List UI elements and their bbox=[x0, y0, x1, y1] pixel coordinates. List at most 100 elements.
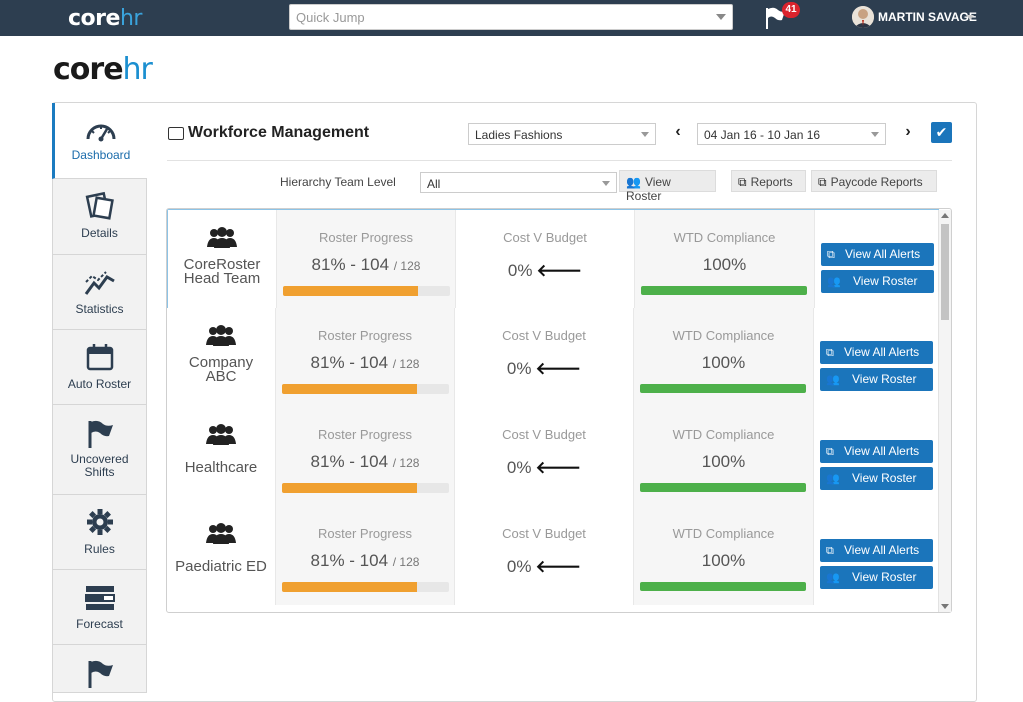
roster-progress-fill bbox=[282, 483, 418, 493]
cost-budget-value: 0% 🡐 bbox=[507, 261, 583, 280]
table-row[interactable]: Company ABC Roster Progress 81% - 104 / 1… bbox=[167, 308, 939, 407]
grid-scrollbar[interactable] bbox=[938, 210, 951, 612]
sidebar-item-label: Details bbox=[81, 226, 118, 240]
roster-progress-value: 81% - 104 / 128 bbox=[310, 551, 420, 570]
cost-budget-cell: Cost V Budget 0% 🡐 bbox=[455, 407, 634, 506]
users-icon bbox=[207, 227, 237, 248]
cost-budget-cell: Cost V Budget 0% 🡐 bbox=[455, 308, 634, 407]
cost-budget-value: 0% 🡐 bbox=[506, 557, 582, 576]
view-all-alerts-button[interactable]: ⧉ View All Alerts bbox=[820, 341, 933, 364]
wtd-compliance-value: 100% bbox=[702, 255, 747, 274]
hierarchy-label: Hierarchy Team Level bbox=[280, 175, 396, 189]
wtd-compliance-value: 100% bbox=[701, 551, 746, 570]
actions-cell: ⧉ View All Alerts 👥 View Roster bbox=[815, 210, 940, 309]
users-icon: 👥 bbox=[826, 374, 840, 386]
chart-line-icon bbox=[84, 271, 115, 295]
top-logo[interactable]: corehr bbox=[68, 6, 142, 31]
table-row[interactable]: Paediatric ED Roster Progress 81% - 104 … bbox=[167, 506, 939, 605]
reports-button[interactable]: ⧉ Reports bbox=[731, 170, 806, 192]
date-range-select[interactable]: 04 Jan 16 - 10 Jan 16 bbox=[697, 123, 886, 145]
flag-icon bbox=[88, 420, 113, 448]
cost-budget-value: 0% 🡐 bbox=[506, 458, 582, 477]
team-cell: Company ABC bbox=[167, 308, 276, 407]
sidebar-item-label: Dashboard bbox=[71, 148, 131, 162]
wtd-compliance-label: WTD Compliance bbox=[672, 328, 775, 343]
sidebar-item-more[interactable] bbox=[52, 645, 147, 693]
wtd-compliance-label: WTD Compliance bbox=[672, 526, 775, 541]
chevron-down-icon bbox=[871, 132, 879, 137]
quick-jump-placeholder: Quick Jump bbox=[296, 10, 365, 25]
cost-budget-label: Cost V Budget bbox=[502, 526, 586, 541]
wtd-compliance-bar bbox=[641, 286, 807, 295]
forecast-icon bbox=[84, 586, 115, 610]
view-all-alerts-button[interactable]: ⧉ View All Alerts bbox=[821, 243, 934, 266]
gauge-icon bbox=[86, 124, 116, 142]
actions-cell: ⧉ View All Alerts 👥 View Roster bbox=[814, 407, 939, 506]
sidebar-item-dashboard[interactable]: Dashboard bbox=[52, 103, 147, 179]
cards-icon: ⧉ bbox=[826, 545, 834, 557]
quick-jump-select[interactable]: Quick Jump bbox=[289, 4, 733, 30]
paycode-reports-button[interactable]: ⧉ Paycode Reports bbox=[811, 170, 937, 192]
sidebar-item-forecast[interactable]: Forecast bbox=[52, 570, 147, 645]
sidebar-item-uncovered-shifts[interactable]: Uncovered Shifts bbox=[52, 405, 147, 495]
user-name[interactable]: MARTIN SAVAGE bbox=[878, 10, 977, 24]
team-name: Paediatric ED bbox=[175, 558, 267, 575]
scroll-thumb[interactable] bbox=[941, 224, 949, 320]
confirm-button[interactable]: ✔ bbox=[931, 122, 952, 143]
sidebar-item-label: Forecast bbox=[76, 617, 123, 631]
sidebar-item-label: Uncovered Shifts bbox=[70, 452, 129, 479]
top-bar: corehr Quick Jump 41 MARTIN SAVAGE bbox=[0, 0, 1023, 36]
divider bbox=[167, 160, 952, 161]
view-all-alerts-button[interactable]: ⧉ View All Alerts bbox=[820, 539, 933, 562]
table-row[interactable]: Healthcare Roster Progress 81% - 104 / 1… bbox=[167, 407, 939, 506]
roster-progress-cell: Roster Progress 81% - 104 / 128 bbox=[276, 308, 455, 407]
users-icon: 👥 bbox=[826, 473, 840, 485]
actions-cell: ⧉ View All Alerts 👥 View Roster bbox=[814, 308, 939, 407]
scroll-up-icon[interactable] bbox=[941, 213, 949, 218]
arrow-left-icon: 🡐 bbox=[535, 557, 582, 576]
roster-progress-value: 81% - 104 / 128 bbox=[310, 452, 420, 471]
sidebar-item-auto-roster[interactable]: Auto Roster bbox=[52, 330, 147, 405]
view-roster-top-button[interactable]: 👥 View Roster bbox=[619, 170, 716, 203]
view-roster-button[interactable]: 👥 View Roster bbox=[820, 467, 933, 490]
team-cell: Healthcare bbox=[167, 407, 276, 506]
department-select[interactable]: Ladies Fashions bbox=[468, 123, 656, 145]
roster-progress-label: Roster Progress bbox=[318, 526, 412, 541]
scroll-down-icon[interactable] bbox=[941, 604, 949, 609]
wtd-compliance-bar bbox=[640, 582, 806, 591]
team-name: CoreRoster Head Team bbox=[183, 256, 261, 287]
chevron-down-icon bbox=[641, 132, 649, 137]
cost-budget-value: 0% 🡐 bbox=[506, 359, 582, 378]
page-title: Workforce Management bbox=[188, 124, 370, 141]
teams-grid: CoreRoster Head Team Roster Progress 81% … bbox=[166, 208, 952, 613]
wtd-compliance-cell: WTD Compliance 100% bbox=[635, 210, 815, 309]
roster-progress-cell: Roster Progress 81% - 104 / 128 bbox=[276, 407, 455, 506]
avatar[interactable] bbox=[852, 6, 874, 28]
hierarchy-select[interactable]: All bbox=[420, 172, 617, 193]
sidebar-item-details[interactable]: Details bbox=[52, 179, 147, 255]
wtd-compliance-label: WTD Compliance bbox=[673, 230, 776, 245]
table-row[interactable]: CoreRoster Head Team Roster Progress 81% … bbox=[167, 209, 940, 309]
view-roster-button[interactable]: 👥 View Roster bbox=[820, 368, 933, 391]
next-week-button[interactable]: › bbox=[900, 122, 916, 142]
brand-logo: corehr bbox=[53, 52, 153, 87]
roster-progress-value: 81% - 104 / 128 bbox=[310, 353, 420, 372]
wtd-compliance-cell: WTD Compliance 100% bbox=[634, 506, 814, 605]
wtd-compliance-cell: WTD Compliance 100% bbox=[634, 407, 814, 506]
cost-budget-cell: Cost V Budget 0% 🡐 bbox=[455, 506, 634, 605]
user-menu-caret-icon[interactable] bbox=[966, 15, 974, 20]
arrow-left-icon: 🡐 bbox=[536, 261, 583, 280]
roster-progress-cell: Roster Progress 81% - 104 / 128 bbox=[276, 506, 455, 605]
prev-week-button[interactable]: ‹ bbox=[670, 122, 686, 142]
sidebar-item-label: Rules bbox=[84, 542, 115, 556]
sidebar-item-rules[interactable]: Rules bbox=[52, 495, 147, 570]
sidebar-item-statistics[interactable]: Statistics bbox=[52, 255, 147, 330]
wtd-compliance-value: 100% bbox=[701, 353, 746, 372]
view-all-alerts-button[interactable]: ⧉ View All Alerts bbox=[820, 440, 933, 463]
view-roster-button[interactable]: 👥 View Roster bbox=[821, 270, 934, 293]
chevron-down-icon bbox=[602, 181, 610, 186]
roster-progress-bar bbox=[283, 286, 450, 296]
users-icon bbox=[206, 523, 236, 544]
roster-progress-bar bbox=[282, 483, 449, 493]
view-roster-button[interactable]: 👥 View Roster bbox=[820, 566, 933, 589]
